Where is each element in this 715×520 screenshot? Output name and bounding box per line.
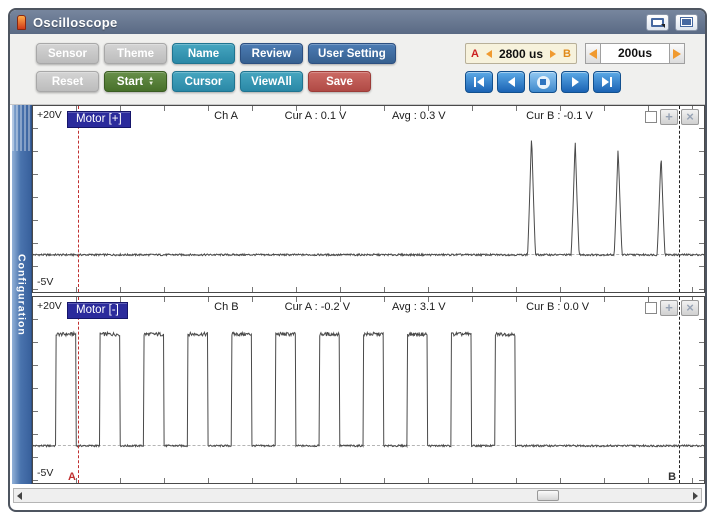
step-back-button[interactable] [497,71,525,93]
theme-button[interactable]: Theme [104,43,167,64]
cursor-button[interactable]: Cursor [172,71,235,92]
cursor-a-readout: Cur A : 0.1 V [285,110,347,122]
channel-name-badge[interactable]: Motor [+] [67,111,131,128]
skip-end-button[interactable] [593,71,621,93]
a-arrow-icon [486,50,492,58]
sensor-button[interactable]: Sensor [36,43,99,64]
scrollbar-track[interactable] [26,489,689,502]
save-button[interactable]: Save [308,71,371,92]
chart-region: Configuration +20V Motor [+] Ch A Cur A … [12,105,705,484]
skip-end-icon [602,77,609,87]
scope-panel-ch-a: +20V Motor [+] Ch A Cur A : 0.1 V Avg : … [32,105,705,293]
panel-close-button[interactable]: × [681,109,699,125]
timebase-value: 200us [601,43,669,64]
y-max-label: +20V [37,300,62,312]
viewall-button[interactable]: ViewAll [240,71,303,92]
y-max-label: +20V [37,109,62,121]
panel-checkbox[interactable] [645,302,657,314]
start-button-label: Start [117,76,143,88]
panel-close-button[interactable]: × [681,300,699,316]
cursor-b-line[interactable] [679,106,680,292]
configuration-sidebar[interactable]: Configuration [12,105,32,484]
skip-start-icon [477,77,484,87]
ab-range-value: 2800 us [499,47,543,61]
right-arrow-icon [673,49,681,59]
play-button[interactable] [561,71,589,93]
stacked-bars-icon [680,17,693,27]
cursor-a-line[interactable] [78,106,79,292]
review-button[interactable]: Review [240,43,303,64]
scope-panel-ch-b: +20V Motor [-] Ch B Cur A : -0.2 V Avg :… [32,296,705,484]
titlebar: Oscilloscope [10,10,705,34]
user-setting-button[interactable]: User Setting [308,43,396,64]
start-button[interactable]: Start ▲▼ [104,71,167,92]
app-icon [17,15,26,30]
left-arrow-icon [589,49,597,59]
configuration-label: Configuration [16,254,28,336]
timebase-control: 200us [585,43,685,64]
cursor-b-line[interactable] [679,297,680,483]
cursor-a-tag: A [471,48,479,60]
panel-add-button[interactable]: + [660,300,678,316]
stop-icon [537,76,550,89]
cursor-a-marker: A [68,471,76,483]
cursor-b-marker: B [668,471,676,483]
stop-button[interactable] [529,71,557,93]
channel-name-badge[interactable]: Motor [-] [67,302,128,319]
timebase-increase-button[interactable] [669,43,685,64]
oscilloscope-window: Oscilloscope Sensor Theme Name Review Us… [8,8,707,512]
y-min-label: -5V [37,467,53,479]
cursor-a-line[interactable] [78,297,79,483]
channel-label: Ch A [214,110,238,122]
cursor-b-readout: Cur B : 0.0 V [526,301,589,313]
name-button[interactable]: Name [172,43,235,64]
panel-checkbox[interactable] [645,111,657,123]
scroll-left-icon[interactable] [17,492,22,500]
average-readout: Avg : 3.1 V [392,301,446,313]
play-icon [572,77,579,87]
back-icon [508,77,515,87]
cursor-a-readout: Cur A : -0.2 V [285,301,350,313]
window-title: Oscilloscope [33,15,118,30]
timebase-decrease-button[interactable] [585,43,601,64]
waveform-chart-ch-b [33,297,704,483]
waveform-chart-ch-a [33,106,704,292]
panel-add-button[interactable]: + [660,109,678,125]
cursor-b-readout: Cur B : -0.1 V [526,110,593,122]
scrollbar-thumb[interactable] [537,490,559,501]
ab-range-display: A 2800 us B [465,43,577,64]
toolbar: Sensor Theme Name Review User Setting Re… [10,34,705,105]
b-arrow-icon [550,50,556,58]
horizontal-scrollbar[interactable] [13,488,702,503]
start-spinner-icon[interactable]: ▲▼ [148,77,154,87]
average-readout: Avg : 0.3 V [392,110,446,122]
y-min-label: -5V [37,276,53,288]
scroll-right-icon[interactable] [693,492,698,500]
cursor-b-tag: B [563,48,571,60]
playback-controls [465,71,621,93]
layout-icon[interactable] [675,14,698,31]
channel-label: Ch B [214,301,238,313]
monitor-icon [651,18,664,27]
screenshot-icon[interactable] [646,14,669,31]
skip-start-button[interactable] [465,71,493,93]
reset-button[interactable]: Reset [36,71,99,92]
